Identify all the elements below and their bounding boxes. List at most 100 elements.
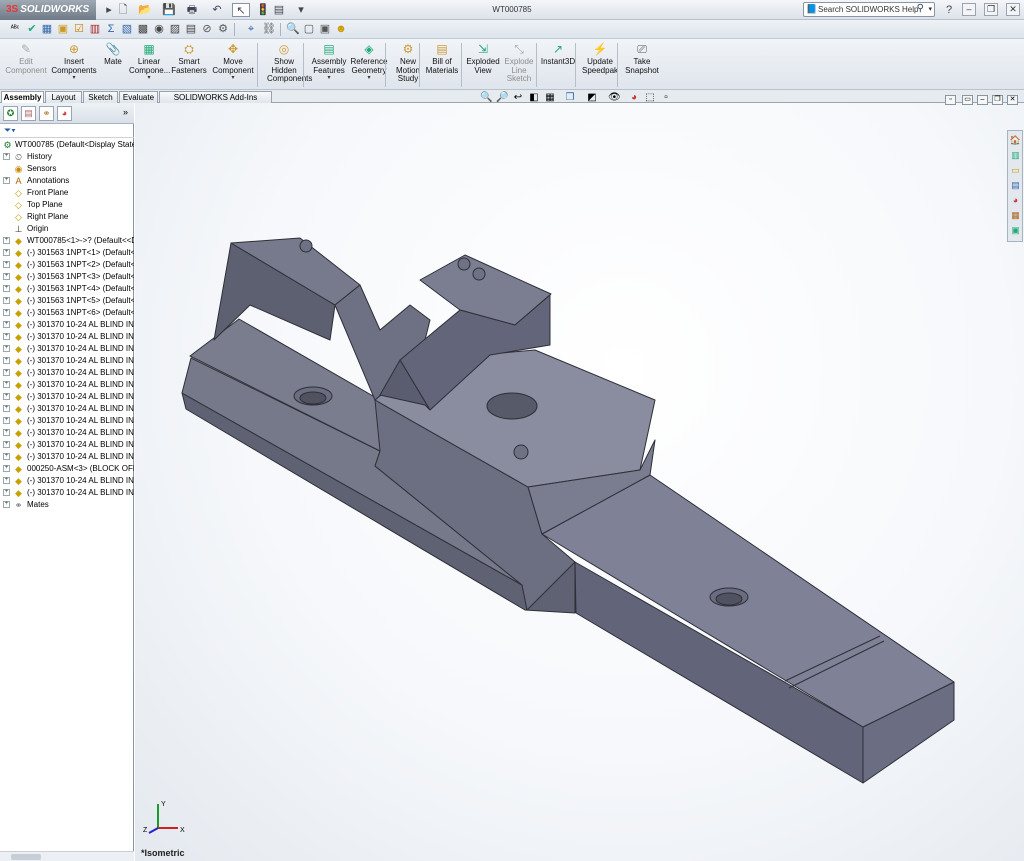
zoom-icon[interactable]: 🔍 <box>286 22 300 36</box>
exploded-view-button[interactable]: ⇲ Exploded View <box>464 42 502 75</box>
expand-icon[interactable]: + <box>3 309 10 316</box>
app-logo[interactable]: 3S SOLIDWORKS <box>0 0 96 20</box>
tree-node[interactable]: ◉ Sensors <box>0 163 134 175</box>
tree-node[interactable]: + ◆ (-) 301563 1NPT<3> (Default< <box>0 271 134 283</box>
config-manager-icon[interactable]: ⚭ <box>39 106 54 121</box>
chevron-down-icon[interactable]: ▾ <box>210 75 256 82</box>
tree-node[interactable]: + ◆ (-) 301370 10-24 AL BLIND INS <box>0 427 134 439</box>
undo-icon[interactable]: ↶ <box>208 3 226 17</box>
expand-icon[interactable]: + <box>3 393 10 400</box>
tree-node[interactable]: ◇ Front Plane <box>0 187 134 199</box>
tree-node[interactable]: + ◆ (-) 301563 1NPT<1> (Default< <box>0 247 134 259</box>
expand-icon[interactable]: + <box>3 477 10 484</box>
tree-node[interactable]: ◇ Top Plane <box>0 199 134 211</box>
tree-node[interactable]: + ⏲ History <box>0 151 134 163</box>
expand-icon[interactable]: + <box>3 321 10 328</box>
tab-sketch[interactable]: Sketch <box>83 91 118 103</box>
mate-button[interactable]: 📎 Mate <box>99 42 127 67</box>
expand-icon[interactable]: + <box>3 429 10 436</box>
expand-icon[interactable]: + <box>3 381 10 388</box>
explode-line-sketch-button[interactable]: ⤡ Explode Line Sketch <box>502 42 536 84</box>
expand-icon[interactable]: + <box>3 489 10 496</box>
new-document-icon[interactable]: 🗋 <box>114 3 132 17</box>
tree-node[interactable]: + ◆ (-) 301370 10-24 AL BLIND INS <box>0 355 134 367</box>
expand-icon[interactable]: + <box>3 369 10 376</box>
tree-node[interactable]: + ◆ (-) 301563 1NPT<2> (Default< <box>0 259 134 271</box>
expand-icon[interactable]: + <box>3 237 10 244</box>
close-button[interactable]: ✕ <box>1006 3 1020 16</box>
chevron-down-icon[interactable]: ▾ <box>928 3 932 16</box>
help-icon[interactable]: ? <box>940 3 958 17</box>
forbidden-icon[interactable]: ⊘ <box>200 22 214 36</box>
tree-node[interactable]: + ◆ 000250-ASM<3> (BLOCK OFF <box>0 463 134 475</box>
tree-node[interactable]: + ◆ (-) 301370 10-24 AL BLIND INS <box>0 487 134 499</box>
feature-tree-icon[interactable]: ✪ <box>3 106 18 121</box>
expand-icon[interactable]: + <box>3 345 10 352</box>
show-hidden-components-button[interactable]: ◎ Show Hidden Components <box>267 42 312 84</box>
tree-node[interactable]: + ◆ (-) 301370 10-24 AL BLIND INS <box>0 415 134 427</box>
expand-icon[interactable]: + <box>3 285 10 292</box>
chevron-down-icon[interactable]: ▾ <box>50 75 98 82</box>
tree-node[interactable]: + ◆ (-) 301370 10-24 AL BLIND INS <box>0 379 134 391</box>
edit-component-button[interactable]: ✎ Edit Component <box>3 42 49 75</box>
tree-filter[interactable]: ⏷▾ <box>0 124 134 138</box>
tree-node[interactable]: + ◆ (-) 301370 10-24 AL BLIND INS <box>0 451 134 463</box>
reference-geometry-button[interactable]: ◈ Reference Geometry ▾ <box>348 42 390 82</box>
panel-expand-icon[interactable]: » <box>118 106 133 121</box>
search-help-input[interactable]: 📘 Search SOLIDWORKS Help ⚲ ▾ <box>803 2 935 17</box>
tree-node[interactable]: + ◆ WT000785<1>->? (Default<<D <box>0 235 134 247</box>
tab-layout[interactable]: Layout <box>45 91 82 103</box>
expand-icon[interactable]: + <box>3 405 10 412</box>
minimize-button[interactable]: – <box>962 3 976 16</box>
sum-icon[interactable]: Σ <box>104 22 118 36</box>
horizontal-scrollbar[interactable] <box>0 851 134 861</box>
expand-icon[interactable]: + <box>3 465 10 472</box>
tree-node[interactable]: + ◆ (-) 301370 10-24 AL BLIND INS <box>0 391 134 403</box>
view-icon[interactable]: ◉ <box>152 22 166 36</box>
smart-fasteners-button[interactable]: ⛭ Smart Fasteners <box>171 42 207 75</box>
expand-icon[interactable]: + <box>3 417 10 424</box>
bill-of-materials-button[interactable]: ▤ Bill of Materials <box>424 42 460 75</box>
print-icon[interactable]: 🖶 <box>183 3 201 17</box>
expand-icon[interactable]: + <box>3 357 10 364</box>
move-component-button[interactable]: ✥ Move Component ▾ <box>210 42 256 82</box>
grid-icon[interactable]: ▩ <box>136 22 150 36</box>
expand-icon[interactable]: + <box>3 501 10 508</box>
restore-button[interactable]: ❐ <box>984 3 998 16</box>
search-icon[interactable]: ⚲ <box>917 2 924 15</box>
layer-icon[interactable]: ▨ <box>168 22 182 36</box>
expand-icon[interactable]: + <box>3 297 10 304</box>
chevron-down-icon[interactable]: ▾ <box>129 75 169 82</box>
take-snapshot-button[interactable]: ⎚ Take Snapshot <box>623 42 661 75</box>
tree-node[interactable]: + ◆ (-) 301563 1NPT<6> (Default< <box>0 307 134 319</box>
expand-icon[interactable]: + <box>3 441 10 448</box>
checkbox-icon[interactable]: ☑ <box>72 22 86 36</box>
chevron-down-icon[interactable]: ▾ <box>348 75 390 82</box>
expand-icon[interactable]: + <box>3 261 10 268</box>
file-properties-icon[interactable]: ▤ <box>270 3 288 17</box>
tree-node[interactable]: ⊥ Origin <box>0 223 134 235</box>
expand-icon[interactable]: + <box>3 273 10 280</box>
pin-icon[interactable]: ⌖ <box>244 22 258 36</box>
display-manager-icon[interactable]: ◕ <box>57 106 72 121</box>
scrollbar-thumb[interactable] <box>11 854 41 860</box>
gear-icon[interactable]: ⚙ <box>216 22 230 36</box>
linear-compone-button[interactable]: ▦ Linear Compone... ▾ <box>129 42 170 82</box>
tree-node[interactable]: ◇ Right Plane <box>0 211 134 223</box>
open-icon[interactable]: 📂 <box>136 3 154 17</box>
folder-icon[interactable]: ▣ <box>56 22 70 36</box>
spell-check-icon[interactable]: ᴬᴮᶜ <box>8 22 22 36</box>
tree-node[interactable]: + ◆ (-) 301370 10-24 AL BLIND INS <box>0 439 134 451</box>
sheet-icon[interactable]: ▦ <box>40 22 54 36</box>
expand-icon[interactable]: + <box>3 333 10 340</box>
link-icon[interactable]: ⛓ <box>262 22 276 36</box>
expand-icon[interactable]: + <box>3 177 10 184</box>
assembly-features-button[interactable]: ▤ Assembly Features ▾ <box>309 42 349 82</box>
expand-icon[interactable]: + <box>3 153 10 160</box>
tree-node[interactable]: + ◆ (-) 301563 1NPT<5> (Default< <box>0 295 134 307</box>
box-icon[interactable]: ▥ <box>88 22 102 36</box>
filter-icon[interactable]: ⏷▾ <box>4 125 16 135</box>
save-icon[interactable]: 💾 <box>160 3 178 17</box>
tree-node[interactable]: + ◆ (-) 301370 10-24 AL BLIND INS <box>0 475 134 487</box>
properties-icon[interactable]: ▧ <box>120 22 134 36</box>
